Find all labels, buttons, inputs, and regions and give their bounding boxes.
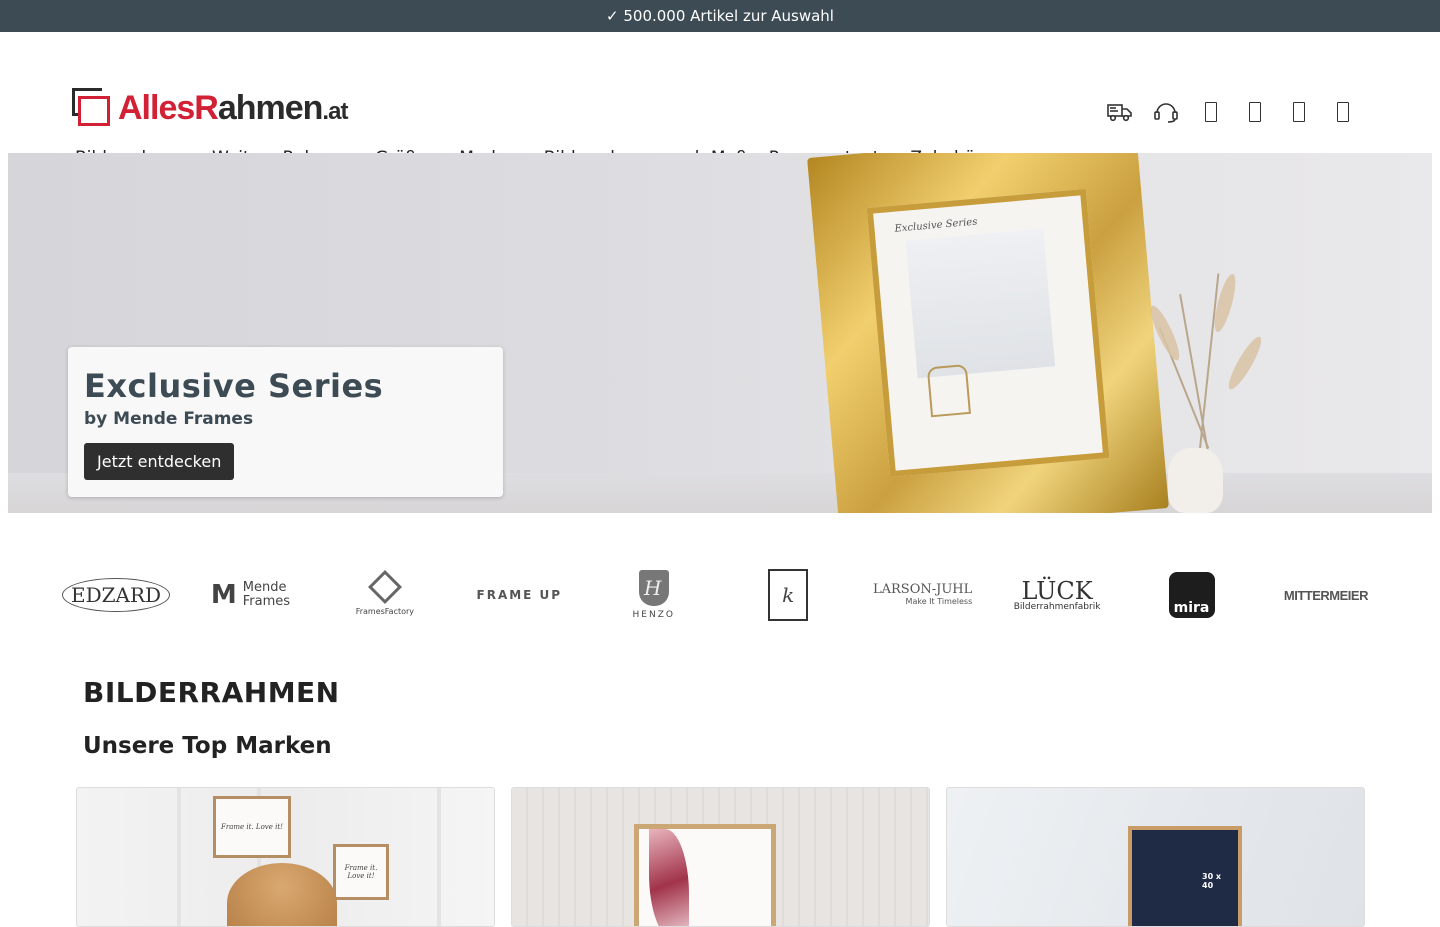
hero-banner[interactable]: Exclusive Series Exclusive Series by Men… [8, 153, 1432, 513]
hero-cta-button[interactable]: Jetzt entdecken [84, 443, 235, 480]
promo-bar: ✓ 500.000 Artikel zur Auswahl [0, 0, 1440, 32]
card-frame-image: Frame it. Love it! [333, 844, 389, 900]
brand-logo-mira[interactable]: mira [1142, 565, 1242, 625]
hero-subtitle: by Mende Frames [84, 409, 254, 429]
brand-cards: Frame it. Love it! Frame it. Love it! ar… [76, 787, 1365, 927]
truck-icon[interactable] [1106, 98, 1134, 126]
site-logo[interactable]: AllesRahmen.at [72, 88, 348, 128]
card-frame-image: 30 x 40 [1128, 826, 1242, 926]
card-frame-image: artvera [634, 824, 776, 926]
cart-icon[interactable] [1330, 98, 1356, 126]
hero-card: Exclusive Series by Mende Frames Jetzt e… [68, 347, 503, 497]
frame-caption: Exclusive Series [894, 216, 978, 235]
headset-icon[interactable] [1152, 98, 1180, 126]
section-subtitle: Unsere Top Marken [83, 733, 332, 759]
brand-logo-mittermeier[interactable]: MITTERMEIER [1276, 565, 1376, 625]
logo-text: AllesRahmen.at [118, 88, 348, 127]
section-title: BILDERRAHMEN [83, 676, 340, 709]
brand-logo-strip: EDZARD M Mende Frames FramesFactory FRAME … [61, 565, 1376, 625]
brand-logo-lueck[interactable]: LÜCK Bilderrahmenfabrik [1007, 565, 1107, 625]
brand-logo-kluever[interactable]: k [738, 565, 838, 625]
brand-logo-mende[interactable]: M Mende Frames [200, 565, 300, 625]
header-actions [1106, 98, 1356, 126]
card-frame-image: Frame it. Love it! [213, 796, 291, 858]
brand-logo-henzo[interactable]: H HENZO [604, 565, 704, 625]
site-header: AllesRahmen.at Bilderrahmen Weitere Rahm… [0, 32, 1440, 168]
brand-card[interactable]: 30 x 40 [946, 787, 1365, 927]
brand-card[interactable]: artvera [511, 787, 930, 927]
brand-logo-frameup[interactable]: FRAME UP [469, 565, 569, 625]
brand-logo-larson-juhl[interactable]: LARSON-JUHL Make It Timeless [873, 565, 973, 625]
vase-image [1168, 448, 1223, 513]
hero-title: Exclusive Series [84, 367, 384, 405]
logo-frame-icon [72, 88, 112, 128]
promo-text: ✓ 500.000 Artikel zur Auswahl [606, 7, 834, 25]
hero-gold-frame-image: Exclusive Series [807, 153, 1169, 513]
compare-icon[interactable] [1286, 98, 1312, 126]
brand-logo-framesfactory[interactable]: FramesFactory [335, 565, 435, 625]
brand-card[interactable]: Frame it. Love it! Frame it. Love it! [76, 787, 495, 927]
user-icon[interactable] [1198, 98, 1224, 126]
brand-logo-edzard[interactable]: EDZARD [61, 565, 171, 625]
heart-icon[interactable] [1242, 98, 1268, 126]
